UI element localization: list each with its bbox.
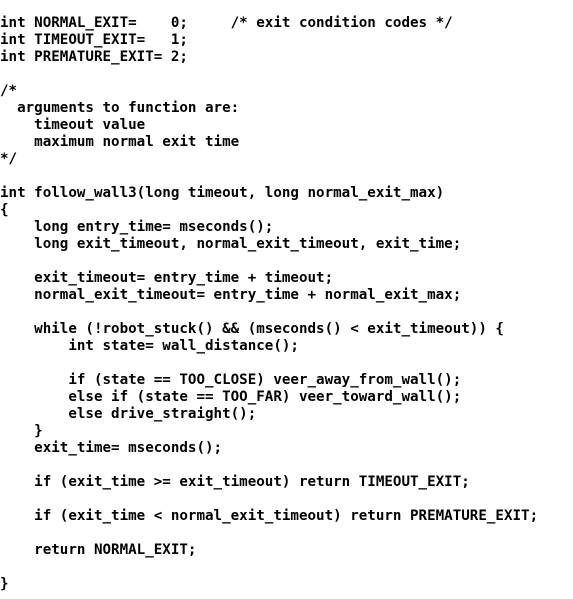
- code-line: normal_exit_timeout= entry_time + normal…: [0, 287, 462, 304]
- code-line: int NORMAL_EXIT= 0; /* exit condition co…: [0, 15, 453, 32]
- code-line: */: [0, 151, 18, 168]
- code-line: }: [0, 423, 43, 440]
- code-line: while (!robot_stuck() && (mseconds() < e…: [0, 321, 504, 338]
- code-line: long exit_timeout, normal_exit_timeout, …: [0, 236, 462, 253]
- code-line: {: [0, 202, 9, 219]
- code-line: exit_time= mseconds();: [0, 440, 223, 457]
- code-line: maximum normal exit time: [0, 134, 240, 151]
- code-line: int state= wall_distance();: [0, 338, 299, 355]
- code-line: long entry_time= mseconds();: [0, 219, 274, 236]
- code-line: arguments to function are:: [0, 100, 240, 117]
- code-line: exit_timeout= entry_time + timeout;: [0, 270, 334, 287]
- code-line: if (state == TOO_CLOSE) veer_away_from_w…: [0, 372, 462, 389]
- code-line: return NORMAL_EXIT;: [0, 542, 197, 559]
- code-line: timeout value: [0, 117, 146, 134]
- code-line: else drive_straight();: [0, 406, 257, 423]
- code-line: if (exit_time < normal_exit_timeout) ret…: [0, 508, 539, 525]
- code-line: int follow_wall3(long timeout, long norm…: [0, 185, 445, 202]
- code-listing: int NORMAL_EXIT= 0; /* exit condition co…: [0, 14, 573, 599]
- code-line: if (exit_time >= exit_timeout) return TI…: [0, 474, 470, 491]
- code-line: int PREMATURE_EXIT= 2;: [0, 49, 188, 66]
- code-line: /*: [0, 83, 18, 100]
- code-line: else if (state == TOO_FAR) veer_toward_w…: [0, 389, 462, 406]
- code-line: int TIMEOUT_EXIT= 1;: [0, 32, 188, 49]
